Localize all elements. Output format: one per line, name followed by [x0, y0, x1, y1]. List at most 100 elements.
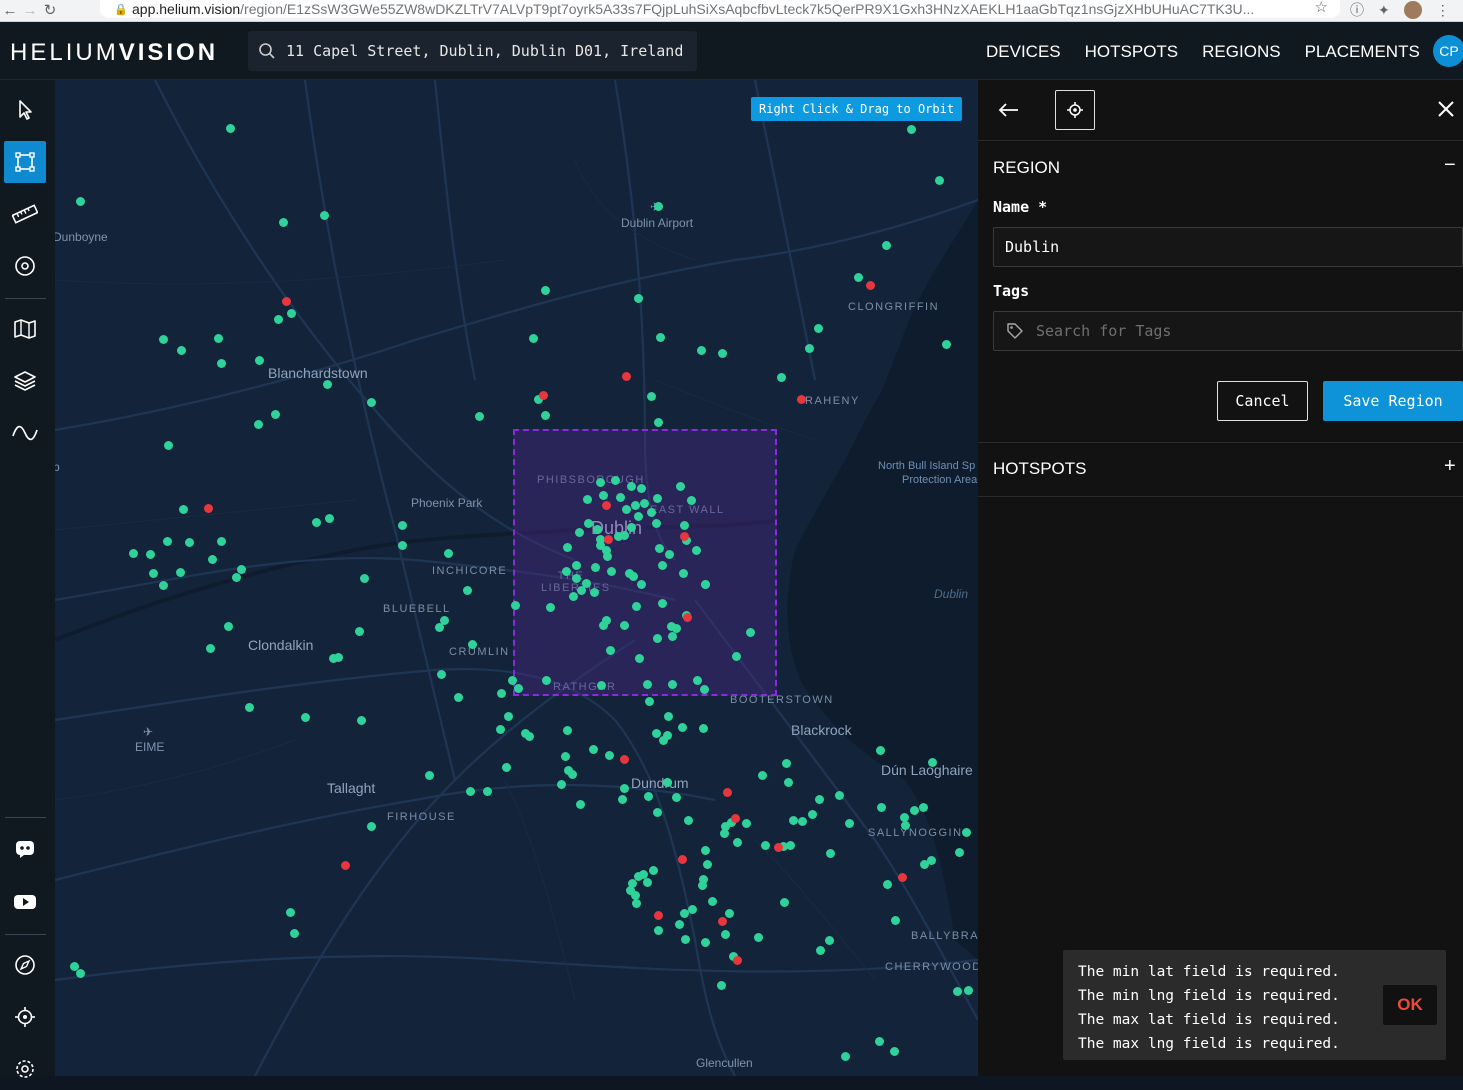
- hotspot-online-marker[interactable]: [890, 915, 900, 925]
- hotspot-online-marker[interactable]: [467, 639, 477, 649]
- hotspot-offline-marker[interactable]: [621, 371, 631, 381]
- user-avatar[interactable]: CP: [1433, 35, 1463, 67]
- hotspot-online-marker[interactable]: [158, 334, 168, 344]
- hotspot-online-marker[interactable]: [528, 333, 538, 343]
- hotspot-online-marker[interactable]: [507, 675, 517, 685]
- location-search[interactable]: [248, 31, 697, 71]
- back-button[interactable]: [996, 98, 1020, 127]
- hotspot-online-marker[interactable]: [563, 765, 573, 775]
- hotspot-online-marker[interactable]: [814, 794, 824, 804]
- hotspot-online-marker[interactable]: [961, 827, 971, 837]
- hotspot-online-marker[interactable]: [717, 348, 727, 358]
- hotspot-online-marker[interactable]: [840, 1051, 850, 1061]
- hotspot-online-marker[interactable]: [642, 679, 652, 689]
- hotspot-online-marker[interactable]: [644, 696, 654, 706]
- tags-field[interactable]: [993, 311, 1463, 351]
- hotspot-offline-marker[interactable]: [677, 854, 687, 864]
- hotspot-offline-marker[interactable]: [653, 910, 663, 920]
- hotspot-online-marker[interactable]: [128, 548, 138, 558]
- ruler-tool[interactable]: [4, 193, 46, 235]
- hotspot-online-marker[interactable]: [397, 520, 407, 530]
- hotspot-online-marker[interactable]: [615, 492, 625, 502]
- hotspot-online-marker[interactable]: [700, 579, 710, 589]
- settings-tool[interactable]: [4, 1048, 46, 1090]
- hotspot-online-marker[interactable]: [474, 411, 484, 421]
- hotspot-offline-marker[interactable]: [773, 842, 783, 852]
- layers-tool[interactable]: [4, 360, 46, 402]
- nav-regions[interactable]: REGIONS: [1202, 42, 1280, 62]
- region-name-input[interactable]: [993, 227, 1463, 267]
- hotspot-online-marker[interactable]: [881, 240, 891, 250]
- hotspot-online-marker[interactable]: [679, 520, 689, 530]
- hotspot-offline-marker[interactable]: [796, 394, 806, 404]
- tags-search-input[interactable]: [1036, 322, 1436, 340]
- radius-tool[interactable]: [4, 245, 46, 287]
- helium-vision-logo[interactable]: HELIUMVISION: [10, 39, 218, 67]
- hotspot-online-marker[interactable]: [631, 601, 641, 611]
- browser-profile-avatar[interactable]: [1403, 1, 1422, 19]
- hotspot-online-marker[interactable]: [495, 724, 505, 734]
- hotspot-online-marker[interactable]: [424, 770, 434, 780]
- hotspot-online-marker[interactable]: [540, 410, 550, 420]
- hotspot-online-marker[interactable]: [674, 919, 684, 929]
- hotspot-online-marker[interactable]: [663, 711, 673, 721]
- hotspot-offline-marker[interactable]: [682, 612, 692, 622]
- hotspot-online-marker[interactable]: [588, 744, 598, 754]
- hotspot-online-marker[interactable]: [605, 645, 615, 655]
- hotspot-online-marker[interactable]: [571, 573, 581, 583]
- hotspot-online-marker[interactable]: [513, 683, 523, 693]
- hotspot-offline-marker[interactable]: [601, 500, 611, 510]
- hotspot-online-marker[interactable]: [595, 540, 605, 550]
- search-input[interactable]: [286, 42, 686, 60]
- hotspot-online-marker[interactable]: [646, 391, 656, 401]
- save-region-button[interactable]: Save Region: [1323, 381, 1463, 421]
- hotspot-online-marker[interactable]: [876, 802, 886, 812]
- hotspot-online-marker[interactable]: [333, 652, 343, 662]
- hotspot-online-marker[interactable]: [642, 877, 652, 887]
- hotspot-online-marker[interactable]: [606, 566, 616, 576]
- hotspot-online-marker[interactable]: [667, 679, 677, 689]
- hotspot-online-marker[interactable]: [677, 722, 687, 732]
- hotspot-online-marker[interactable]: [634, 653, 644, 663]
- hotspot-online-marker[interactable]: [889, 1046, 899, 1056]
- hotspot-online-marker[interactable]: [462, 585, 472, 595]
- hotspot-online-marker[interactable]: [651, 728, 661, 738]
- hotspot-online-marker[interactable]: [589, 587, 599, 597]
- hotspot-online-marker[interactable]: [366, 397, 376, 407]
- hotspot-online-marker[interactable]: [592, 524, 602, 534]
- hotspot-offline-marker[interactable]: [281, 296, 291, 306]
- hotspot-online-marker[interactable]: [636, 579, 646, 589]
- expand-hotspots-button[interactable]: +: [1444, 455, 1456, 478]
- hotspot-offline-marker[interactable]: [722, 787, 732, 797]
- hotspot-online-marker[interactable]: [874, 1036, 884, 1046]
- hotspot-online-marker[interactable]: [205, 643, 215, 653]
- hotspot-online-marker[interactable]: [667, 631, 677, 641]
- hotspot-online-marker[interactable]: [619, 620, 629, 630]
- hotspot-online-marker[interactable]: [482, 786, 492, 796]
- hotspot-online-marker[interactable]: [662, 777, 672, 787]
- hotspot-online-marker[interactable]: [319, 210, 329, 220]
- hotspot-online-marker[interactable]: [906, 124, 916, 134]
- hotspot-online-marker[interactable]: [664, 549, 674, 559]
- hotspot-online-marker[interactable]: [596, 680, 606, 690]
- hotspot-online-marker[interactable]: [610, 475, 620, 485]
- hotspot-online-marker[interactable]: [434, 622, 444, 632]
- hotspot-online-marker[interactable]: [760, 840, 770, 850]
- hotspot-online-marker[interactable]: [465, 786, 475, 796]
- bookmark-star-icon[interactable]: ☆: [1315, 0, 1328, 16]
- hotspot-online-marker[interactable]: [621, 504, 631, 514]
- youtube-link[interactable]: [4, 881, 46, 923]
- hotspot-online-marker[interactable]: [619, 783, 629, 793]
- hotspot-online-marker[interactable]: [781, 758, 791, 768]
- hotspot-online-marker[interactable]: [657, 560, 667, 570]
- hotspot-online-marker[interactable]: [184, 537, 194, 547]
- hotspot-online-marker[interactable]: [626, 522, 636, 532]
- hotspot-online-marker[interactable]: [501, 762, 511, 772]
- hotspot-online-marker[interactable]: [453, 692, 463, 702]
- hotspot-online-marker[interactable]: [617, 794, 627, 804]
- hotspot-online-marker[interactable]: [273, 314, 283, 324]
- collapse-region-button[interactable]: −: [1444, 154, 1456, 177]
- hotspot-online-marker[interactable]: [687, 904, 697, 914]
- hotspot-online-marker[interactable]: [732, 837, 742, 847]
- center-on-region-button[interactable]: [1055, 90, 1095, 130]
